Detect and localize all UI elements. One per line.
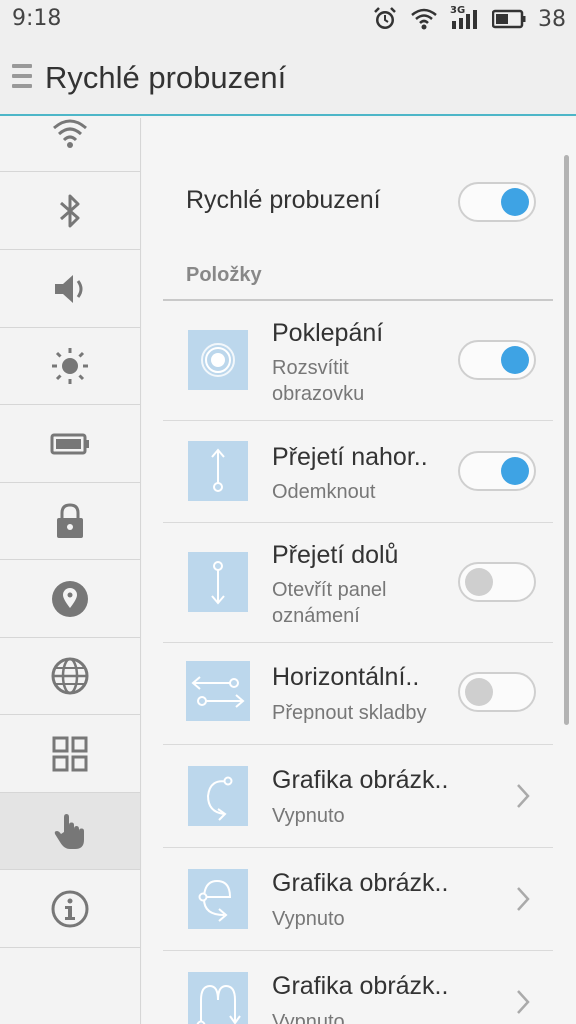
item-subtitle: Otevřít panel oznámení [272,579,387,627]
toggle-knob [465,678,493,706]
sidebar-item-language[interactable] [0,638,140,715]
sidebar-item-gestures[interactable] [0,793,140,870]
item-toggle[interactable] [458,672,536,712]
item-title: Poklepání [272,319,384,347]
item-toggle[interactable] [458,562,536,602]
alarm-icon [374,7,396,29]
status-time: 9:18 [12,6,62,31]
item-subtitle: Přepnout skladby [272,702,427,724]
hand-gesture-icon [54,814,84,849]
item-subtitle: Vypnuto [272,1011,345,1024]
location-icon [52,581,88,617]
chevron-right-icon[interactable] [513,884,533,914]
page-title: Rychlé probuzení [45,60,287,95]
gesture-m-icon [188,972,248,1024]
item-subtitle: Vypnuto [272,805,345,827]
item-title: Přejetí dolů [272,541,399,569]
item-title: Horizontální.. [272,663,420,691]
item-subtitle: Vypnuto [272,908,345,930]
apps-grid-icon [52,736,88,772]
item-title: Přejetí nahor.. [272,443,428,471]
item-toggle[interactable] [458,451,536,491]
lock-icon [57,503,83,538]
sidebar-item-security[interactable] [0,483,140,560]
list-item-swipe-up[interactable]: Přejetí nahor.. Odemknout [163,421,553,523]
wifi-icon [411,8,437,30]
toggle-knob [501,457,529,485]
sidebar-item-location[interactable] [0,561,140,638]
list-item-gesture-m[interactable]: Grafika obrázk.. Vypnuto [163,951,553,1024]
battery-icon [492,9,526,29]
sidebar-item-sound[interactable] [0,251,140,328]
chevron-right-icon[interactable] [513,781,533,811]
sidebar-item-battery[interactable] [0,406,140,483]
item-subtitle: Odemknout [272,481,376,503]
item-title: Grafika obrázk.. [272,869,449,897]
sidebar-item-wifi[interactable] [0,95,140,172]
list-item-swipe-down[interactable]: Přejetí dolů Otevřít panel oznámení [163,523,553,643]
info-icon [51,890,89,928]
brightness-icon [52,348,88,384]
swipe-down-icon [188,552,248,612]
wifi-icon [53,119,87,148]
list-item-gesture-e[interactable]: Grafika obrázk.. Vypnuto [163,848,553,951]
toggle-knob [465,568,493,596]
gesture-e-icon [188,869,248,929]
main-toggle-label: Rychlé probuzení [186,186,381,214]
item-title: Grafika obrázk.. [272,972,449,1000]
list-item-swipe-horizontal[interactable]: Horizontální.. Přepnout skladby [163,643,553,745]
bluetooth-icon [60,194,80,228]
main-toggle-switch[interactable] [458,182,536,222]
sidebar [0,118,141,1024]
globe-icon [51,657,89,695]
toggle-knob [501,188,529,216]
double-tap-icon [188,330,248,390]
battery-icon [50,433,89,455]
sidebar-item-display[interactable] [0,328,140,405]
list-item-double-tap[interactable]: Poklepání Rozsvítit obrazovku [163,301,553,421]
toggle-knob [501,346,529,374]
gesture-c-icon [188,766,248,826]
item-title: Grafika obrázk.. [272,766,449,794]
battery-level: 38 [538,6,566,32]
swipe-horizontal-icon [186,661,250,721]
scrollbar[interactable] [564,155,569,725]
sidebar-item-bluetooth[interactable] [0,173,140,250]
item-subtitle: Rozsvítit obrazovku [272,357,365,405]
item-toggle[interactable] [458,340,536,380]
signal-icon: 3G [450,5,480,31]
sidebar-item-about[interactable] [0,871,140,948]
volume-icon [55,275,83,303]
section-title: Položky [186,264,262,286]
status-icons: 3G 38 [372,5,566,32]
status-bar: 9:18 3G 38 [0,0,576,42]
chevron-right-icon[interactable] [513,987,533,1017]
hamburger-icon[interactable] [12,64,32,92]
sidebar-item-apps[interactable] [0,716,140,793]
swipe-up-icon [188,441,248,501]
list-item-gesture-c[interactable]: Grafika obrázk.. Vypnuto [163,745,553,848]
main-toggle-row[interactable]: Rychlé probuzení [186,170,546,232]
